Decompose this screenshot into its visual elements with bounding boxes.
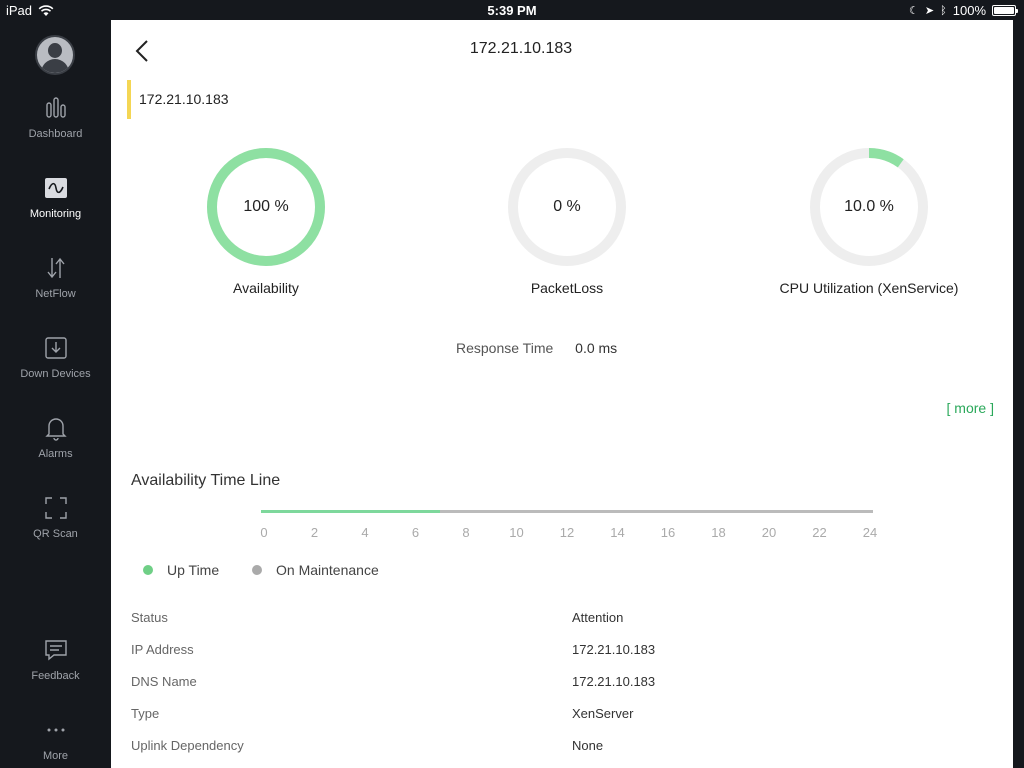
- detail-row-ip-address: IP Address 172.21.10.183: [131, 634, 991, 666]
- timeline-tick-label: 12: [559, 525, 575, 540]
- detail-value: None: [572, 738, 604, 753]
- timeline-uptime-bar: [261, 510, 440, 513]
- gauge-label: PacketLoss: [530, 280, 604, 296]
- legend-uptime: Up Time: [143, 562, 219, 578]
- sidebar-item-label: Alarms: [38, 448, 73, 460]
- sidebar-item-dashboard[interactable]: Dashboard: [0, 94, 111, 164]
- packetloss-gauge: 0 % PacketLoss: [452, 146, 682, 296]
- response-time: Response Time 0.0 ms: [456, 340, 617, 356]
- detail-row-type: Type XenServer: [131, 698, 991, 730]
- legend-label: Up Time: [167, 562, 220, 578]
- gauge-label: CPU Utilization (XenService): [779, 280, 959, 296]
- main-panel: 172.21.10.183 172.21.10.183 100 % Availa…: [111, 20, 1013, 768]
- status-time: 5:39 PM: [487, 3, 537, 18]
- bell-icon: [44, 418, 67, 441]
- bluetooth-icon: ᛒ: [940, 4, 947, 17]
- gauge-value: 0 %: [553, 198, 581, 215]
- detail-value: Attention: [572, 610, 624, 625]
- gauge-value: 10.0 %: [844, 198, 894, 215]
- sidebar-item-label: Dashboard: [28, 128, 83, 140]
- status-right: ☾ ➤ ᛒ 100%: [909, 3, 1018, 18]
- sidebar-item-label: More: [42, 750, 69, 762]
- detail-key: IP Address: [131, 642, 194, 657]
- legend-dot-maintenance: [252, 565, 262, 575]
- location-icon: ➤: [924, 4, 935, 17]
- detail-key: Type: [131, 706, 160, 721]
- detail-key: Uplink Dependency: [131, 738, 244, 753]
- ellipsis-icon: [47, 728, 64, 732]
- wave-monitor-icon: [44, 178, 67, 198]
- more-link[interactable]: [ more ]: [947, 400, 994, 416]
- download-box-icon: [44, 337, 67, 359]
- battery-icon: [992, 5, 1018, 16]
- sidebar-item-label: Feedback: [31, 670, 80, 682]
- device-subheader: 172.21.10.183: [127, 80, 229, 119]
- detail-key: Status: [131, 610, 168, 625]
- legend-label: On Maintenance: [276, 562, 379, 578]
- timeline-tick-label: 18: [711, 525, 726, 540]
- scan-frame-icon: [44, 497, 67, 519]
- device-details: Status Attention IP Address 172.21.10.18…: [131, 602, 991, 762]
- detail-value: 172.21.10.183: [572, 642, 656, 657]
- timeline-tick-label: 2: [310, 525, 319, 540]
- legend-dot-uptime: [143, 565, 153, 575]
- sidebar-item-alarms[interactable]: Alarms: [0, 414, 111, 484]
- timeline-tick-label: 0: [260, 525, 268, 540]
- sidebar-item-more[interactable]: More: [0, 716, 111, 768]
- timeline-tick-label: 24: [862, 525, 878, 540]
- avatar[interactable]: [35, 35, 75, 75]
- page-title: 172.21.10.183: [469, 40, 573, 57]
- message-icon: [44, 640, 67, 661]
- timeline-tick-label: 6: [411, 525, 420, 540]
- timeline-tick-label: 16: [660, 525, 676, 540]
- sidebar-item-feedback[interactable]: Feedback: [0, 636, 111, 706]
- sidebar-item-label: QR Scan: [33, 528, 78, 540]
- detail-row-dns-name: DNS Name 172.21.10.183: [131, 666, 991, 698]
- availability-gauge: 100 % Availability: [151, 146, 381, 296]
- availability-timeline: 0 2 4 6 8 10 12 14 16 18 20 22 24: [260, 510, 877, 546]
- timeline-tick-label: 10: [509, 525, 524, 540]
- timeline-tick-label: 4: [361, 525, 369, 540]
- timeline-title: Availability Time Line: [131, 472, 281, 489]
- detail-value: XenServer: [572, 706, 634, 721]
- sidebar-item-label: NetFlow: [35, 288, 76, 300]
- sidebar-item-down-devices[interactable]: Down Devices: [0, 334, 111, 404]
- sidebar-item-label: Monitoring: [29, 208, 82, 220]
- timeline-tick-label: 8: [462, 525, 470, 540]
- updown-arrows-icon: [46, 257, 65, 279]
- sidebar: Dashboard Monitoring NetFlow Down Device…: [0, 20, 111, 768]
- legend-maintenance: On Maintenance: [252, 562, 379, 578]
- gauge-value: 100 %: [243, 198, 289, 215]
- detail-row-uplink-dependency: Uplink Dependency None: [131, 730, 991, 762]
- sidebar-item-monitoring[interactable]: Monitoring: [0, 174, 111, 244]
- timeline-tick-label: 20: [761, 525, 777, 540]
- bar-chart-icon: [45, 97, 66, 118]
- status-bar: iPad 5:39 PM ☾ ➤ ᛒ 100%: [0, 0, 1024, 20]
- battery-percent: 100%: [952, 3, 986, 18]
- detail-row-status: Status Attention: [131, 602, 991, 634]
- detail-key: DNS Name: [131, 674, 197, 689]
- sidebar-item-label: Down Devices: [20, 368, 91, 380]
- gauge-label: Availability: [233, 280, 299, 296]
- detail-value: 172.21.10.183: [572, 674, 656, 689]
- sidebar-item-qr-scan[interactable]: QR Scan: [0, 494, 111, 564]
- moon-icon: ☾: [909, 4, 919, 17]
- sidebar-item-netflow[interactable]: NetFlow: [0, 254, 111, 324]
- response-time-label: Response Time: [456, 340, 554, 356]
- cpu-utilization-gauge: 10.0 % CPU Utilization (XenService): [754, 146, 984, 296]
- response-time-value: 0.0 ms: [575, 340, 618, 356]
- timeline-tick-label: 22: [812, 525, 827, 540]
- timeline-tick-label: 14: [610, 525, 625, 540]
